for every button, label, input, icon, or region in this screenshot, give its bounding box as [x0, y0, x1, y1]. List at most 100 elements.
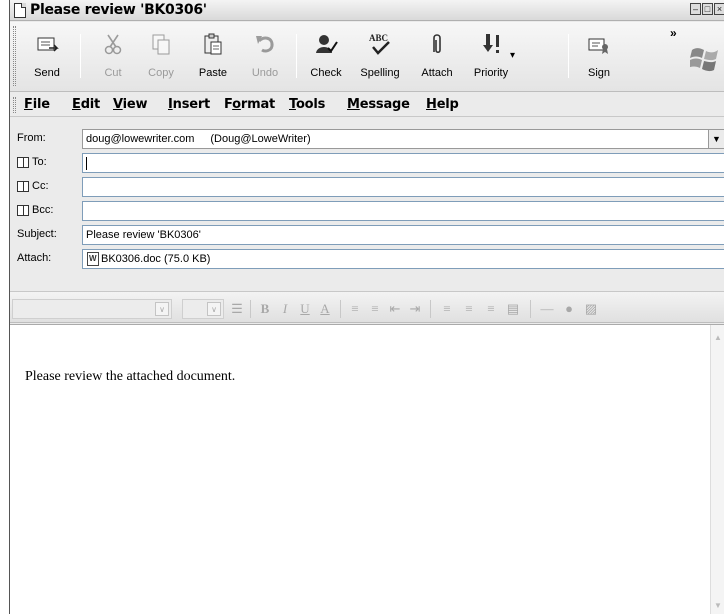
menu-view[interactable]: View	[113, 97, 148, 112]
chevron-down-icon[interactable]: ∨	[207, 302, 221, 316]
toolbar-grip[interactable]	[13, 26, 16, 86]
word-document-icon	[87, 252, 99, 266]
title-bar: Please review 'BK0306' – □ ×	[10, 0, 724, 21]
cut-icon	[101, 32, 125, 56]
menu-bar: File Edit View Insert Format Tools Messa…	[10, 93, 724, 117]
check-names-button[interactable]: Check	[301, 26, 351, 86]
decrease-indent-icon[interactable]: ⇤	[386, 300, 404, 318]
italic-icon[interactable]: I	[276, 300, 294, 318]
bcc-label-button[interactable]: Bcc:	[17, 204, 53, 216]
toolbar-separator	[340, 300, 341, 318]
bcc-field[interactable]	[82, 201, 724, 221]
cc-label-button[interactable]: Cc:	[17, 180, 49, 192]
toolbar-separator	[296, 34, 297, 78]
to-row: To:	[10, 151, 724, 175]
font-name-select[interactable]: ∨	[12, 299, 172, 319]
toolbar-separator	[568, 34, 569, 78]
priority-dropdown-icon[interactable]: ▾	[510, 50, 515, 61]
send-button[interactable]: Send	[22, 26, 72, 86]
from-row: From: doug@lowewriter.com (Doug@LoweWrite…	[10, 127, 724, 151]
priority-icon	[479, 32, 503, 56]
message-window: Please review 'BK0306' – □ × Send Cut Co…	[9, 0, 724, 614]
sign-icon	[587, 32, 611, 56]
cut-button[interactable]: Cut	[88, 26, 138, 86]
bcc-label: Bcc:	[32, 204, 54, 216]
menu-tools[interactable]: Tools	[289, 97, 325, 112]
insert-picture-icon[interactable]: ▨	[582, 300, 600, 318]
minimize-icon[interactable]: –	[690, 3, 701, 15]
header-fields: From: doug@lowewriter.com (Doug@LoweWrite…	[10, 118, 724, 288]
paragraph-style-icon[interactable]: ☰	[228, 300, 246, 318]
attach-field[interactable]: BK0306.doc (75.0 KB)	[82, 249, 724, 269]
cc-row: Cc:	[10, 175, 724, 199]
menu-edit[interactable]: Edit	[72, 97, 100, 112]
paste-icon	[201, 32, 225, 56]
cc-label: Cc:	[32, 180, 49, 192]
toolbar-overflow-icon[interactable]: »	[670, 26, 677, 40]
menu-grip[interactable]	[13, 97, 16, 113]
toolbar-separator	[530, 300, 531, 318]
spelling-icon: ABC	[368, 32, 392, 56]
priority-button[interactable]: Priority ▾	[466, 26, 516, 86]
to-field[interactable]	[82, 153, 724, 173]
main-toolbar: Send Cut Copy Paste Undo Check ABC Spell…	[10, 22, 724, 92]
bold-icon[interactable]: B	[256, 300, 274, 318]
subject-field[interactable]: Please review 'BK0306'	[82, 225, 724, 245]
hyperlink-icon[interactable]: ●	[560, 300, 578, 318]
attach-button[interactable]: Attach	[412, 26, 462, 86]
toolbar-separator	[80, 34, 81, 78]
spelling-button[interactable]: ABC Spelling	[355, 26, 405, 86]
format-toolbar: ∨ ∨ ☰ B I U A ≡ ≡ ⇤ ⇥ ≡ ≡ ≡ ▤ — ● ▨	[10, 291, 724, 323]
window-controls: – □ ×	[690, 3, 724, 15]
align-right-icon[interactable]: ≡	[482, 300, 500, 318]
from-label: From:	[17, 132, 46, 144]
menu-format[interactable]: Format	[224, 97, 275, 112]
undo-icon	[253, 32, 277, 56]
bcc-row: Bcc:	[10, 199, 724, 223]
font-color-icon[interactable]: A	[316, 300, 334, 318]
message-body[interactable]: Please review the attached document. ▲ ▼	[10, 324, 724, 614]
sign-button[interactable]: Sign	[574, 26, 624, 86]
svg-text:ABC: ABC	[369, 33, 388, 43]
address-book-icon	[17, 156, 29, 168]
attach-label: Attach:	[17, 252, 52, 264]
chevron-down-icon[interactable]: ∨	[155, 302, 169, 316]
check-names-icon	[314, 32, 338, 56]
document-icon	[14, 3, 26, 18]
menu-insert[interactable]: Insert	[168, 97, 210, 112]
menu-file-label: ile	[32, 97, 50, 112]
bullet-list-icon[interactable]: ≡	[366, 300, 384, 318]
horizontal-line-icon[interactable]: —	[538, 300, 556, 318]
increase-indent-icon[interactable]: ⇥	[406, 300, 424, 318]
window-title: Please review 'BK0306'	[30, 2, 207, 18]
align-center-icon[interactable]: ≡	[460, 300, 478, 318]
numbered-list-icon[interactable]: ≡	[346, 300, 364, 318]
scroll-up-icon[interactable]: ▲	[713, 333, 723, 343]
menu-help[interactable]: Help	[426, 97, 459, 112]
body-text: Please review the attached document.	[25, 369, 236, 384]
menu-message[interactable]: Message	[347, 97, 410, 112]
close-icon[interactable]: ×	[714, 3, 724, 15]
cc-field[interactable]	[82, 177, 724, 197]
windows-logo-icon	[688, 42, 720, 72]
from-select[interactable]: doug@lowewriter.com (Doug@LoweWriter) ▼	[82, 129, 724, 149]
copy-button[interactable]: Copy	[136, 26, 186, 86]
address-book-icon	[17, 204, 29, 216]
maximize-icon[interactable]: □	[702, 3, 713, 15]
attachment-item[interactable]: BK0306.doc (75.0 KB)	[101, 253, 210, 265]
underline-icon[interactable]: U	[296, 300, 314, 318]
paperclip-icon	[425, 32, 449, 56]
attach-row: Attach: BK0306.doc (75.0 KB)	[10, 247, 724, 271]
scroll-down-icon[interactable]: ▼	[713, 601, 723, 611]
align-left-icon[interactable]: ≡	[438, 300, 456, 318]
vertical-scrollbar[interactable]: ▲ ▼	[710, 325, 724, 614]
undo-button[interactable]: Undo	[240, 26, 290, 86]
subject-row: Subject: Please review 'BK0306'	[10, 223, 724, 247]
copy-icon	[149, 32, 173, 56]
menu-file[interactable]: File	[24, 97, 50, 112]
chevron-down-icon[interactable]: ▼	[708, 130, 724, 148]
paste-button[interactable]: Paste	[188, 26, 238, 86]
to-label-button[interactable]: To:	[17, 156, 47, 168]
justify-icon[interactable]: ▤	[504, 300, 522, 318]
font-size-select[interactable]: ∨	[182, 299, 224, 319]
